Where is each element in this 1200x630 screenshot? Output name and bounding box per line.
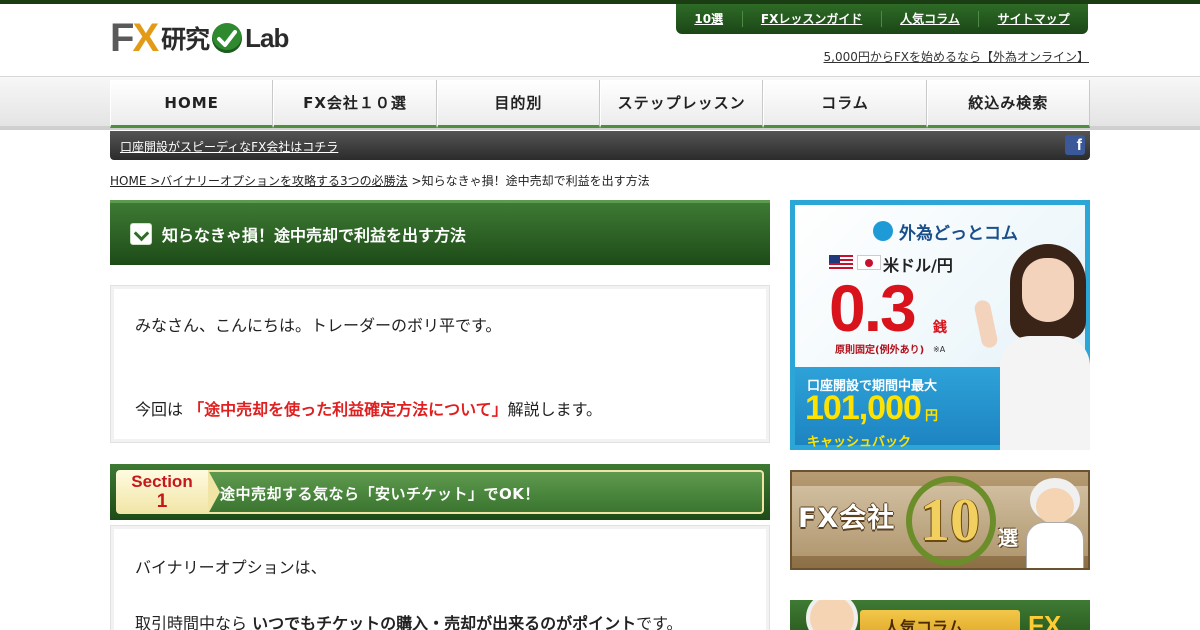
banner-sen: 選 xyxy=(998,526,1018,550)
section-1-card: バイナリーオプションは、 取引時間中なら いつでもチケットの購入・売却が出来るの… xyxy=(110,525,770,630)
logo-check-icon xyxy=(212,23,243,53)
lead-pre: 今回は xyxy=(135,400,184,419)
article-title-box: 知らなきゃ損！途中売却で利益を出す方法 xyxy=(110,200,770,265)
breadcrumb-sep-2: > xyxy=(407,174,422,188)
breadcrumb-current: 知らなきゃ損！途中売却で利益を出す方法 xyxy=(421,174,650,188)
gaitame-banner-ad[interactable]: 外為どっとコム 米ドル/円 0.3 銭 原則固定(例外あり) ※A 口座開設で期… xyxy=(790,200,1090,450)
ad-model-image xyxy=(973,240,1090,450)
banner-ten: 10 xyxy=(920,487,980,553)
nav-home[interactable]: HOME xyxy=(110,80,274,128)
nav-fx-top10[interactable]: FX会社１０選 xyxy=(273,80,437,128)
nav-purpose[interactable]: 目的別 xyxy=(436,80,600,128)
lead-highlight: 「途中売却を使った利益確定方法について」 xyxy=(188,400,508,419)
main-nav: HOME FX会社１０選 目的別 ステップレッスン コラム 絞込み検索 xyxy=(110,80,1090,128)
ad-amount-unit: 円 xyxy=(925,409,939,424)
nav-search[interactable]: 絞込み検索 xyxy=(926,80,1090,128)
currency-flags xyxy=(829,255,881,270)
lead-paragraph: 今回は 「途中売却を使った利益確定方法について」解説します。 xyxy=(135,396,602,420)
logo-f: F xyxy=(110,16,134,60)
topnav-popular-column[interactable]: 人気コラム xyxy=(882,11,980,27)
section-1-p2-pre: 取引時間中なら xyxy=(135,614,253,630)
sub-bar: 口座開設がスピーディなFX会社はコチラ f xyxy=(110,131,1090,160)
page-title: 知らなきゃ損！途中売却で利益を出す方法 xyxy=(162,226,467,245)
intro-card: みなさん、こんにちは。トレーダーのボリ平です。 今回は 「途中売却を使った利益確… xyxy=(110,285,770,443)
professor-head-image xyxy=(806,600,858,630)
section-1-p2-post: です。 xyxy=(636,614,683,630)
breadcrumb-sep-1[interactable]: > xyxy=(146,174,160,188)
ad-brand: 外為どっとコム xyxy=(875,219,1018,244)
breadcrumb: HOME >バイナリーオプションを攻略する3つの必勝法 >知らなきゃ損！途中売却… xyxy=(110,172,650,189)
section-badge-num: 1 xyxy=(156,491,168,512)
nav-column[interactable]: コラム xyxy=(763,80,927,128)
ad-spread-value: 0.3 xyxy=(829,271,917,345)
topnav-10sen[interactable]: 10選 xyxy=(676,11,743,27)
ad-cashback: キャッシュバック xyxy=(807,435,912,450)
column-fx-text: FX xyxy=(1028,610,1062,630)
section-1-p2-bold: いつでもチケットの購入・売却が出来るのがポイント xyxy=(252,614,637,630)
speedy-account-link[interactable]: 口座開設がスピーディなFX会社はコチラ xyxy=(120,138,338,155)
ad-spread-unit: 銭 xyxy=(933,320,947,336)
logo-fx-text: FX xyxy=(110,16,159,60)
section-1-p2: 取引時間中なら いつでもチケットの購入・売却が出来るのがポイントです。 xyxy=(135,610,683,630)
section-arrow-icon xyxy=(208,470,220,514)
topnav-lesson-guide[interactable]: FXレッスンガイド xyxy=(743,11,882,27)
top-utility-nav: 10選 FXレッスンガイド 人気コラム サイトマップ xyxy=(676,4,1088,34)
professor-mascot-image xyxy=(1024,478,1086,568)
section-1-header: Section 1 途中売却する気なら「安いチケット」でOK！ xyxy=(110,464,770,520)
us-flag-icon xyxy=(829,255,853,270)
ad-note-mark: ※A xyxy=(933,345,946,354)
section-badge: Section 1 xyxy=(116,470,208,514)
popular-column-banner[interactable]: 人気コラム FX xyxy=(790,600,1090,630)
section-1-p1: バイナリーオプションは、 xyxy=(135,558,327,577)
breadcrumb-home[interactable]: HOME xyxy=(110,174,146,188)
logo-kanji: 研究 xyxy=(161,25,210,54)
japan-flag-icon xyxy=(857,255,881,270)
nav-step-lesson[interactable]: ステップレッスン xyxy=(599,80,764,128)
checkbox-icon xyxy=(130,223,152,245)
breadcrumb-parent[interactable]: バイナリーオプションを攻略する3つの必勝法 xyxy=(160,174,407,188)
ad-amount: 101,000 xyxy=(805,389,922,427)
section-title: 途中売却する気なら「安いチケット」でOK！ xyxy=(220,485,540,503)
intro-text: みなさん、こんにちは。トレーダーのボリ平です。 xyxy=(135,316,502,335)
header-promo-link[interactable]: 5,000円からFXを始めるなら【外為オンライン】 xyxy=(824,48,1089,65)
logo-x: X xyxy=(132,16,159,60)
logo-lab: Lab xyxy=(245,22,289,53)
facebook-icon[interactable]: f xyxy=(1065,135,1085,155)
fx-top10-banner[interactable]: FX会社 10 選 xyxy=(790,470,1090,570)
site-logo[interactable]: FX 研究 Lab xyxy=(110,16,289,60)
banner-fx-text: FX会社 xyxy=(798,503,896,534)
ad-note: 原則固定(例外あり) xyxy=(835,345,925,356)
column-label: 人気コラム xyxy=(884,618,964,630)
lead-post: 解説します。 xyxy=(507,400,603,419)
topnav-sitemap[interactable]: サイトマップ xyxy=(979,11,1088,27)
section-badge-word: Section xyxy=(131,472,193,491)
